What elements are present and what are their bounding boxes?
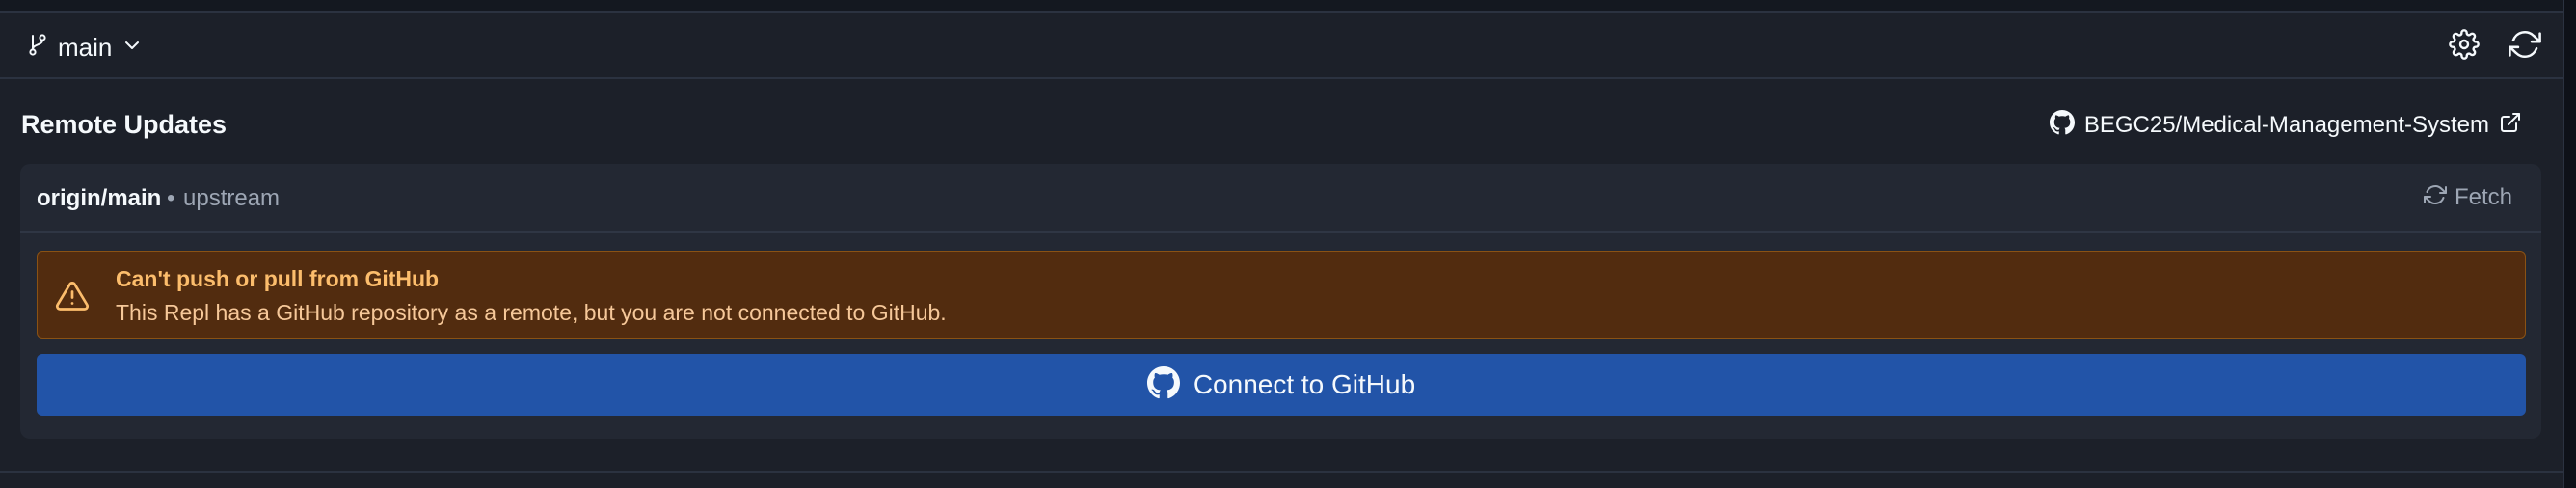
section-title: Remote Updates <box>21 110 228 139</box>
gear-icon <box>2449 28 2480 65</box>
remote-card: origin/main • upstream Fetch Can't push … <box>20 164 2541 439</box>
github-icon <box>2049 109 2075 142</box>
connect-github-label: Connect to GitHub <box>1193 369 1416 399</box>
git-branch-icon <box>27 33 48 63</box>
remote-separator: • <box>167 185 175 211</box>
panel-resize-edge <box>2563 0 2576 488</box>
fetch-button[interactable]: Fetch <box>2423 181 2512 214</box>
panel-top-edge <box>0 0 2563 13</box>
repository-link[interactable]: BEGC25/Medical-Management-System <box>2049 108 2522 143</box>
panel-divider <box>0 471 2563 473</box>
panel-header: main <box>0 14 2563 79</box>
connect-github-button[interactable]: Connect to GitHub <box>37 354 2526 416</box>
chevron-down-icon <box>121 33 143 63</box>
remote-branch-name: origin/main <box>37 185 162 211</box>
branch-selector[interactable]: main <box>27 31 143 64</box>
repository-name: BEGC25/Medical-Management-System <box>2083 112 2489 138</box>
external-link-icon <box>2499 111 2522 141</box>
settings-button[interactable] <box>2446 28 2482 65</box>
alert-message: This Repl has a GitHub repository as a r… <box>116 300 947 325</box>
refresh-icon <box>2509 28 2541 66</box>
refresh-icon <box>2423 183 2447 213</box>
warning-icon <box>55 279 90 313</box>
warning-alert: Can't push or pull from GitHub This Repl… <box>37 251 2526 339</box>
remote-tag: upstream <box>183 185 281 211</box>
refresh-button[interactable] <box>2507 28 2543 65</box>
remote-card-header: origin/main • upstream Fetch <box>20 164 2541 233</box>
git-panel: main Remote Updates BEGC25/Medical-Manag… <box>0 0 2563 488</box>
alert-title: Can't push or pull from GitHub <box>116 266 440 291</box>
github-icon <box>1146 366 1180 404</box>
branch-label: main <box>58 32 113 62</box>
fetch-label: Fetch <box>2454 184 2512 210</box>
